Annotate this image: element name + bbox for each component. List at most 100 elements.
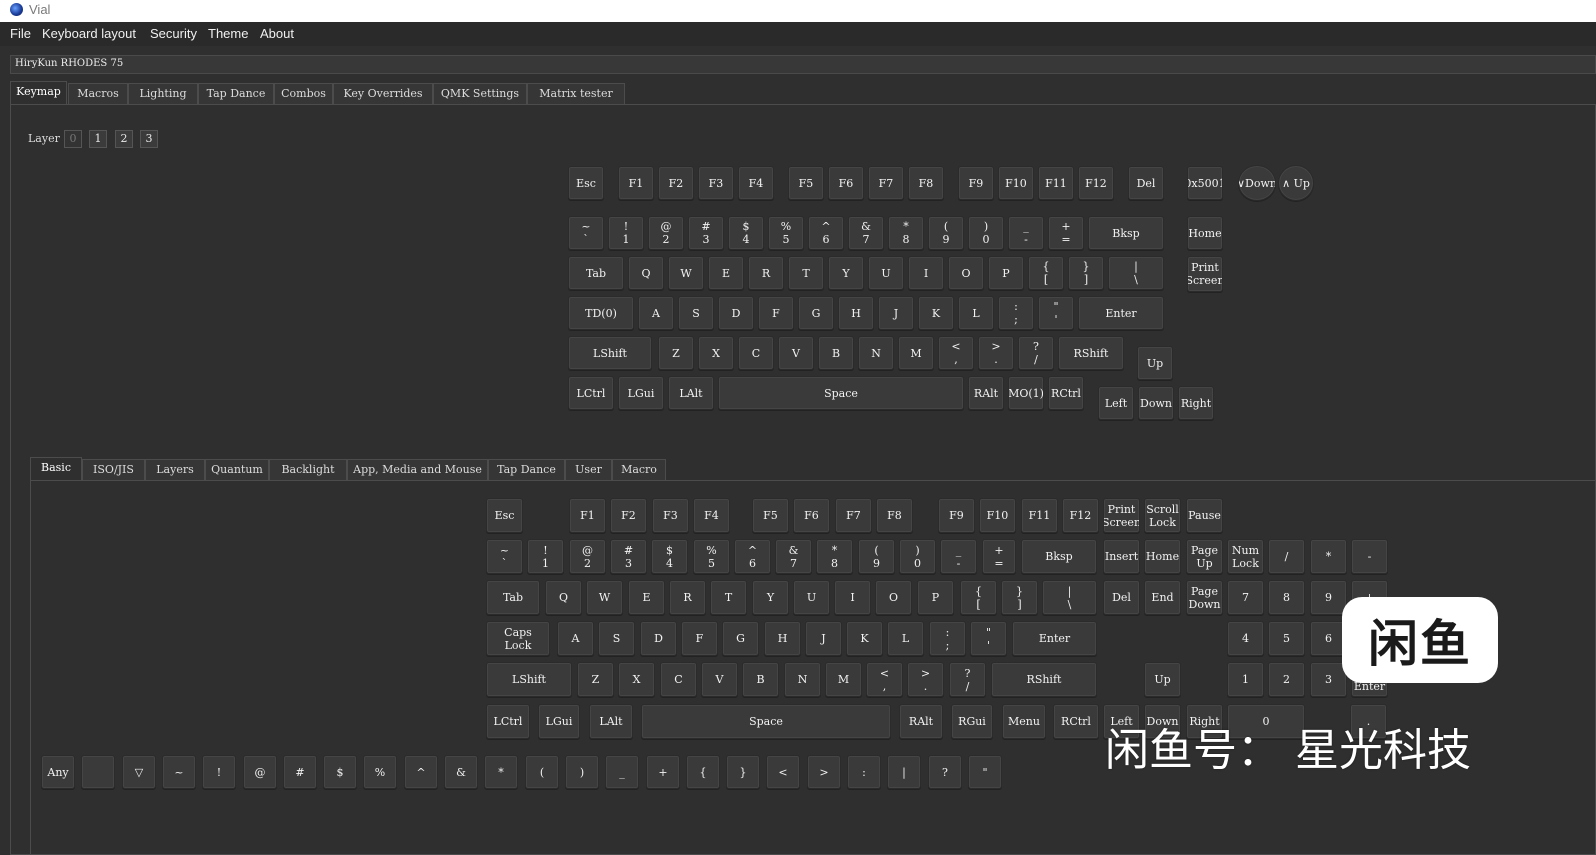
palette-key-rctrl[interactable]: RCtrl [1053, 704, 1099, 739]
palette-key-4[interactable]: $ 4 [651, 539, 688, 574]
palette-key-symbol[interactable]: - [1351, 539, 1388, 574]
symbol-key-symbol[interactable]: % [363, 755, 397, 789]
palette-key-1[interactable]: 1 [1227, 662, 1264, 697]
palette-key-pause[interactable]: Pause [1186, 498, 1223, 533]
category-tab-layers[interactable]: Layers [145, 459, 205, 480]
palette-key-lctrl[interactable]: LCtrl [486, 704, 530, 739]
keymap-key-d[interactable]: D [718, 296, 754, 330]
keymap-key-f[interactable]: F [758, 296, 794, 330]
palette-key-n[interactable]: N [784, 662, 821, 697]
keymap-key-symbol[interactable]: < , [938, 336, 974, 370]
keymap-key-y[interactable]: Y [828, 256, 864, 290]
palette-key-h[interactable]: H [764, 621, 801, 656]
keymap-key-3[interactable]: # 3 [688, 216, 724, 250]
keymap-key-l[interactable]: L [958, 296, 994, 330]
keymap-key-6[interactable]: ^ 6 [808, 216, 844, 250]
keymap-key-h[interactable]: H [838, 296, 874, 330]
keymap-key-i[interactable]: I [908, 256, 944, 290]
palette-key-f7[interactable]: F7 [835, 498, 872, 533]
keymap-key-right[interactable]: Right [1178, 386, 1214, 420]
category-tab-iso-jis[interactable]: ISO/JIS [82, 459, 145, 480]
palette-key-7[interactable]: & 7 [775, 539, 812, 574]
palette-key-page-up[interactable]: Page Up [1186, 539, 1223, 574]
category-tab-app-media-and-mouse[interactable]: App, Media and Mouse [347, 459, 488, 480]
palette-key-f6[interactable]: F6 [793, 498, 830, 533]
keymap-key-rshift[interactable]: RShift [1058, 336, 1124, 370]
palette-key-9[interactable]: ( 9 [858, 539, 895, 574]
palette-key-lgui[interactable]: LGui [538, 704, 580, 739]
device-selector[interactable]: HiryKun RHODES 75 [10, 55, 1596, 74]
palette-key-page-down[interactable]: Page Down [1186, 580, 1223, 615]
palette-key-f5[interactable]: F5 [752, 498, 789, 533]
symbol-key-symbol[interactable]: & [444, 755, 478, 789]
palette-key-8[interactable]: 8 [1268, 580, 1305, 615]
palette-key-f1[interactable]: F1 [569, 498, 606, 533]
keymap-key-f9[interactable]: F9 [958, 166, 994, 200]
keymap-key-f6[interactable]: F6 [828, 166, 864, 200]
keymap-key-symbol[interactable]: : ; [998, 296, 1034, 330]
keymap-key-symbol[interactable]: ~ ` [568, 216, 604, 250]
palette-key-symbol[interactable]: < , [866, 662, 903, 697]
keymap-key-a[interactable]: A [638, 296, 674, 330]
palette-key-space[interactable]: Space [641, 704, 891, 739]
palette-key-symbol[interactable]: > . [907, 662, 944, 697]
palette-key-q[interactable]: Q [545, 580, 582, 615]
palette-key-f11[interactable]: F11 [1021, 498, 1058, 533]
symbol-key-symbol[interactable]: " [968, 755, 1002, 789]
menu-keyboard-layout[interactable]: Keyboard layout [42, 26, 136, 41]
layer-button-2[interactable]: 2 [115, 130, 133, 148]
palette-key-t[interactable]: T [710, 580, 747, 615]
keymap-key-f3[interactable]: F3 [698, 166, 734, 200]
keymap-key-f12[interactable]: F12 [1078, 166, 1114, 200]
palette-key-7[interactable]: 7 [1227, 580, 1264, 615]
symbol-key-symbol[interactable]: : [847, 755, 881, 789]
keymap-key-u[interactable]: U [868, 256, 904, 290]
palette-key-symbol[interactable]: * [1310, 539, 1347, 574]
palette-key-g[interactable]: G [722, 621, 759, 656]
palette-key-rgui[interactable]: RGui [951, 704, 993, 739]
keymap-key-enter[interactable]: Enter [1078, 296, 1164, 330]
keymap-key-print-screen[interactable]: Print Screen [1187, 256, 1223, 292]
keymap-key-tab[interactable]: Tab [568, 256, 624, 290]
keymap-key-5[interactable]: % 5 [768, 216, 804, 250]
palette-key-ralt[interactable]: RAlt [899, 704, 943, 739]
category-tab-backlight[interactable]: Backlight [269, 459, 347, 480]
palette-key-c[interactable]: C [660, 662, 697, 697]
palette-key-l[interactable]: L [887, 621, 924, 656]
layer-button-3[interactable]: 3 [140, 130, 158, 148]
symbol-key-symbol[interactable]: ) [565, 755, 599, 789]
palette-key-z[interactable]: Z [577, 662, 614, 697]
palette-key-symbol[interactable]: " ' [970, 621, 1007, 656]
palette-key-f2[interactable]: F2 [610, 498, 647, 533]
keymap-key-z[interactable]: Z [658, 336, 694, 370]
palette-key-b[interactable]: B [742, 662, 779, 697]
symbol-key-symbol[interactable]: _ [605, 755, 639, 789]
palette-key-f12[interactable]: F12 [1062, 498, 1099, 533]
symbol-key-symbol[interactable]: ! [202, 755, 236, 789]
keymap-key-td-0[interactable]: TD(0) [568, 296, 634, 330]
symbol-key-symbol[interactable]: < [766, 755, 800, 789]
tab-key-overrides[interactable]: Key Overrides [333, 83, 433, 104]
keymap-key-b[interactable]: B [818, 336, 854, 370]
keymap-key-rctrl[interactable]: RCtrl [1048, 376, 1084, 410]
category-tab-quantum[interactable]: Quantum [205, 459, 269, 480]
layer-button-0[interactable]: 0 [64, 130, 82, 148]
keymap-key-f10[interactable]: F10 [998, 166, 1034, 200]
palette-key-9[interactable]: 9 [1310, 580, 1347, 615]
keymap-key-4[interactable]: $ 4 [728, 216, 764, 250]
keymap-key-o[interactable]: O [948, 256, 984, 290]
palette-key-lshift[interactable]: LShift [486, 662, 572, 697]
keymap-key-g[interactable]: G [798, 296, 834, 330]
keymap-key-t[interactable]: T [788, 256, 824, 290]
keymap-key-space[interactable]: Space [718, 376, 964, 410]
keymap-key-symbol[interactable]: + = [1048, 216, 1084, 250]
palette-key-4[interactable]: 4 [1227, 621, 1264, 656]
menu-theme[interactable]: Theme [208, 26, 248, 41]
keymap-key-m[interactable]: M [898, 336, 934, 370]
symbol-key-symbol[interactable] [81, 755, 115, 789]
palette-key-0[interactable]: ) 0 [899, 539, 936, 574]
keymap-key-f2[interactable]: F2 [658, 166, 694, 200]
palette-key-symbol[interactable]: + = [982, 539, 1016, 574]
palette-key-i[interactable]: I [834, 580, 871, 615]
palette-key-r[interactable]: R [669, 580, 706, 615]
